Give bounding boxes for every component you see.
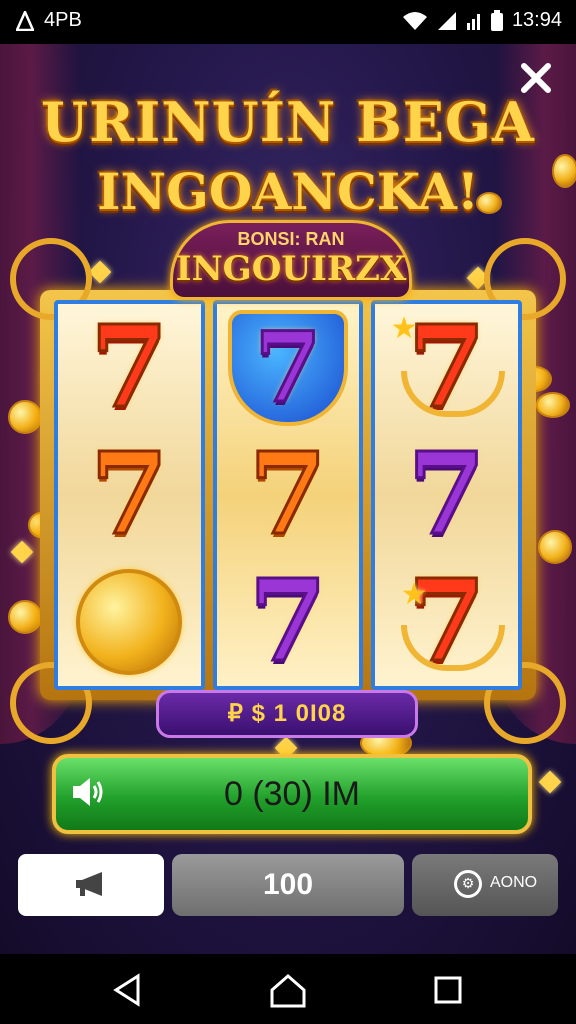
spin-label: 0 (30) IM <box>223 775 361 813</box>
auto-button[interactable]: ⚙ AONO <box>412 854 558 916</box>
sparkle-decoration <box>538 770 562 794</box>
symbol-orange-seven: 7 <box>228 436 348 554</box>
seven-glyph: 7 <box>89 301 170 433</box>
reels: 7 7 7 7 7 ★ 7 7 ★ 7 <box>54 300 523 690</box>
bet-button[interactable]: 100 <box>172 854 404 916</box>
mute-button[interactable] <box>18 854 164 916</box>
spin-button[interactable]: 0 (30) IM <box>52 754 532 834</box>
bottom-controls: 100 ⚙ AONO <box>0 852 576 922</box>
symbol-red-seven: 7 <box>69 309 189 427</box>
seven-glyph: 7 <box>406 301 487 433</box>
back-icon <box>113 973 140 1007</box>
signal-icon-2 <box>466 13 480 30</box>
recents-icon <box>434 976 462 1004</box>
status-right: 13:94 <box>402 9 562 32</box>
sparkle-decoration <box>88 260 112 284</box>
status-left: 4PB <box>16 9 82 32</box>
reel-2: 7 7 7 <box>212 300 364 690</box>
shield-icon: 7 <box>228 309 348 426</box>
seven-glyph: 7 <box>248 428 329 560</box>
symbol-purple-seven: 7 <box>387 436 507 554</box>
reel-3: ★ 7 7 ★ 7 <box>371 300 523 690</box>
star-icon: ★ <box>390 310 418 346</box>
coin-decoration <box>552 154 576 188</box>
battery-icon <box>490 9 503 31</box>
symbol-shield-purple-seven: 7 <box>228 309 348 427</box>
gold-coin-icon <box>76 569 183 676</box>
seven-glyph: 7 <box>253 310 323 424</box>
seven-glyph: 7 <box>248 556 329 688</box>
plaque-title: INGOUIRZX <box>175 249 407 289</box>
signal-icon <box>437 11 456 30</box>
nav-bar <box>0 954 576 1024</box>
home-button[interactable] <box>268 970 308 1010</box>
game-screen: URINUÍN BEGA INGOANCKA! 7 7 7 7 7 ★ 7 7 … <box>0 44 576 954</box>
star-icon: ★ <box>400 577 428 613</box>
coin-decoration <box>8 600 42 634</box>
warning-icon <box>16 10 34 31</box>
coin-decoration <box>8 400 42 434</box>
wifi-icon <box>402 11 427 30</box>
recents-button[interactable] <box>428 970 468 1010</box>
home-icon <box>270 974 306 1008</box>
title-line-1: URINUÍN BEGA <box>41 90 535 154</box>
settings-icon: ⚙ <box>454 870 482 898</box>
status-time: 13:94 <box>511 9 562 31</box>
auto-label: AONO <box>490 874 538 891</box>
status-bar: 4PB 13:94 <box>0 0 576 44</box>
coin-decoration <box>538 530 572 564</box>
coin-decoration <box>476 192 502 214</box>
symbol-purple-seven: 7 <box>228 563 348 681</box>
plaque-subtitle: BONSI: RAN <box>237 229 345 249</box>
status-left-label: 4PB <box>44 9 82 31</box>
bonus-plaque: BONSI: RAN INGOUIRZX <box>170 220 412 300</box>
back-button[interactable] <box>108 970 148 1010</box>
coin-decoration <box>536 392 570 418</box>
seven-glyph: 7 <box>406 428 487 560</box>
symbol-star-red-seven: ★ 7 <box>387 563 507 681</box>
symbol-orange-seven: 7 <box>69 436 189 554</box>
symbol-gold-coin <box>69 563 189 681</box>
symbol-laurel-red-seven: ★ 7 <box>387 309 507 427</box>
reel-1: 7 7 <box>54 300 205 690</box>
megaphone-icon <box>72 868 112 907</box>
slot-frame: 7 7 7 7 7 ★ 7 7 ★ 7 <box>10 238 566 744</box>
balance-display: ₽ $ 1 0I08 <box>156 690 418 738</box>
seven-glyph: 7 <box>89 428 170 560</box>
